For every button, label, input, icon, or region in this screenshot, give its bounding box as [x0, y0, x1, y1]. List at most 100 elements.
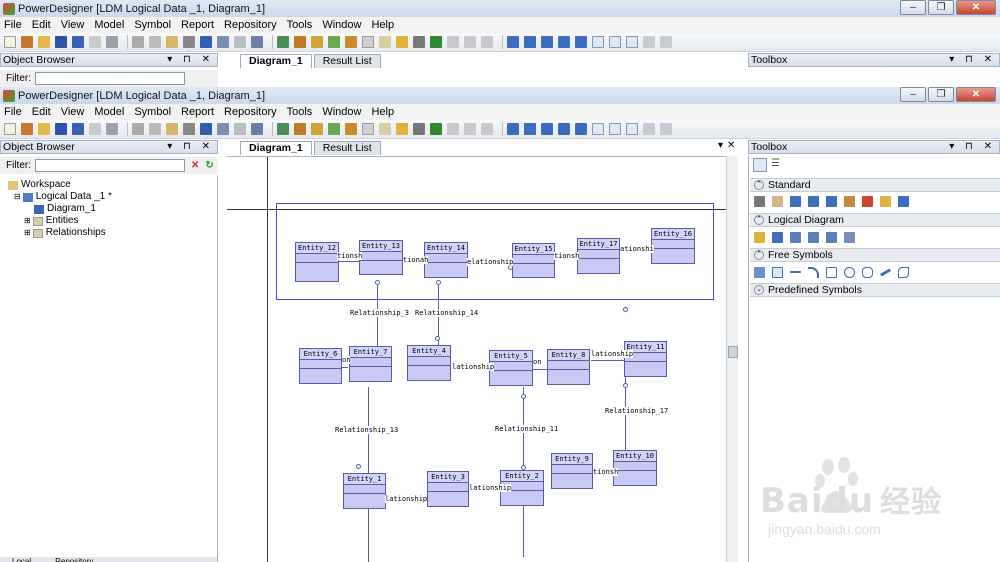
- rel-label-17-16[interactable]: ationshi: [620, 245, 654, 253]
- arc-tool-icon[interactable]: [808, 266, 819, 278]
- rounded-rect-tool-icon[interactable]: [862, 266, 873, 278]
- minimize-button[interactable]: –: [900, 87, 926, 102]
- scrollbar-thumb[interactable]: [728, 346, 738, 358]
- rel-label-12-13[interactable]: tionsh: [337, 252, 363, 260]
- collapse-icon[interactable]: ⊟: [14, 191, 21, 203]
- entity-1[interactable]: Entity_1: [343, 473, 386, 509]
- open-icon[interactable]: [38, 36, 50, 48]
- print-preview-icon[interactable]: [89, 36, 101, 48]
- delete-icon[interactable]: [183, 36, 195, 48]
- arrow-icon[interactable]: [464, 123, 476, 135]
- toolbox-section-logical-diagram[interactable]: ⌃ Logical Diagram: [750, 213, 1000, 227]
- save-all-icon[interactable]: [72, 36, 84, 48]
- align-icon[interactable]: [447, 36, 459, 48]
- tree-item-relationships[interactable]: ⊞ Relationships: [8, 227, 112, 239]
- entity-6[interactable]: Entity_6: [299, 348, 342, 384]
- brush-icon[interactable]: [413, 123, 425, 135]
- grid-icon[interactable]: [362, 123, 374, 135]
- undo-icon[interactable]: [200, 123, 212, 135]
- menu-window[interactable]: Window: [322, 106, 361, 118]
- entity-10[interactable]: Entity_10: [613, 450, 657, 486]
- menu-symbol[interactable]: Symbol: [134, 106, 171, 118]
- open-model-icon[interactable]: [21, 36, 33, 48]
- zoom-page-icon[interactable]: [558, 36, 570, 48]
- redo-icon[interactable]: [217, 123, 229, 135]
- list-view-icon[interactable]: ☰: [771, 158, 780, 172]
- menu-model-back[interactable]: Model: [94, 19, 124, 31]
- rel-label-3-2[interactable]: lationship: [469, 484, 512, 492]
- rel-label-1-3[interactable]: lationship: [385, 495, 428, 503]
- menu-model[interactable]: Model: [94, 106, 124, 118]
- menu-report-back[interactable]: Report: [181, 19, 214, 31]
- entity-8[interactable]: Entity_8: [547, 349, 590, 385]
- expand-icon[interactable]: ⊞: [24, 215, 31, 227]
- text-tool-icon[interactable]: [772, 266, 783, 278]
- report-icon[interactable]: [643, 36, 655, 48]
- tab-result-list[interactable]: Result List: [313, 141, 381, 155]
- toolbox-panel-buttons-back[interactable]: ▾ ⊓ ✕: [949, 54, 996, 65]
- menu-view-back[interactable]: View: [61, 19, 85, 31]
- find-icon[interactable]: [251, 123, 263, 135]
- view3-icon[interactable]: [626, 123, 638, 135]
- model-icon[interactable]: [345, 36, 357, 48]
- open-icon[interactable]: [38, 123, 50, 135]
- entity-9[interactable]: Entity_9: [551, 453, 593, 489]
- text-icon[interactable]: [430, 123, 442, 135]
- minimize-button-back[interactable]: –: [900, 0, 926, 15]
- grid-view-icon[interactable]: [753, 158, 767, 172]
- result-icon[interactable]: [311, 36, 323, 48]
- new-icon[interactable]: [4, 123, 16, 135]
- line-tool-icon[interactable]: [790, 271, 801, 273]
- model-icon[interactable]: [345, 123, 357, 135]
- view2-icon[interactable]: [609, 36, 621, 48]
- tab-diagram-back[interactable]: Diagram_1: [240, 54, 312, 68]
- table-icon[interactable]: [379, 36, 391, 48]
- maximize-button-back[interactable]: ❐: [928, 0, 954, 15]
- close-button[interactable]: ✕: [956, 87, 996, 102]
- menu-window-back[interactable]: Window: [322, 19, 361, 31]
- align-icon[interactable]: [447, 123, 459, 135]
- new-icon[interactable]: [4, 36, 16, 48]
- pencil-icon[interactable]: [396, 123, 408, 135]
- delete-tool-icon[interactable]: [862, 195, 873, 207]
- cut-icon[interactable]: [132, 36, 144, 48]
- output-icon[interactable]: [294, 123, 306, 135]
- tab-local[interactable]: Local: [0, 557, 43, 562]
- view-icon[interactable]: [592, 123, 604, 135]
- rel-label-5-8[interactable]: on: [533, 358, 542, 366]
- print-icon[interactable]: [106, 36, 118, 48]
- entity-17[interactable]: Entity_17: [577, 238, 620, 274]
- brush-icon[interactable]: [413, 36, 425, 48]
- inheritance-link-icon[interactable]: [826, 231, 837, 243]
- entity-13[interactable]: Entity_13: [359, 240, 403, 275]
- entity-3[interactable]: Entity_3: [427, 471, 469, 507]
- toolbox-section-standard[interactable]: ⌃ Standard: [750, 178, 1000, 192]
- clear-filter-icon[interactable]: ✕: [191, 160, 199, 171]
- diagram-panel-buttons[interactable]: ▾✕: [718, 140, 739, 151]
- rel-label-9-10[interactable]: tionsh: [593, 468, 619, 476]
- pointer-icon[interactable]: [754, 195, 765, 207]
- entity-14[interactable]: Entity_14: [424, 242, 468, 278]
- tree-item-diagram[interactable]: Diagram_1: [8, 203, 112, 215]
- view2-icon[interactable]: [609, 123, 621, 135]
- vertical-scrollbar[interactable]: [726, 156, 738, 562]
- redo-icon[interactable]: [217, 36, 229, 48]
- filter-input[interactable]: [35, 159, 185, 172]
- print-preview-icon[interactable]: [89, 123, 101, 135]
- table-icon[interactable]: [379, 123, 391, 135]
- shape-icon[interactable]: [481, 123, 493, 135]
- menu-file[interactable]: File: [4, 106, 22, 118]
- tab-result-list-back[interactable]: Result List: [313, 54, 381, 68]
- entity-tool-icon[interactable]: [772, 231, 783, 243]
- zoom-out-icon[interactable]: [541, 123, 553, 135]
- refresh-filter-icon[interactable]: ↻: [205, 160, 213, 171]
- print2-icon[interactable]: [660, 36, 672, 48]
- toolbox-icon[interactable]: [328, 123, 340, 135]
- zoom-out-tool-icon[interactable]: [808, 195, 819, 207]
- properties-icon[interactable]: [234, 123, 246, 135]
- close-button-back[interactable]: ✕: [956, 0, 996, 15]
- polygon-tool-icon[interactable]: [898, 266, 909, 278]
- expand-icon[interactable]: ⊞: [24, 227, 31, 239]
- zoom-page-icon[interactable]: [558, 123, 570, 135]
- entity-4[interactable]: Entity_4: [407, 345, 451, 381]
